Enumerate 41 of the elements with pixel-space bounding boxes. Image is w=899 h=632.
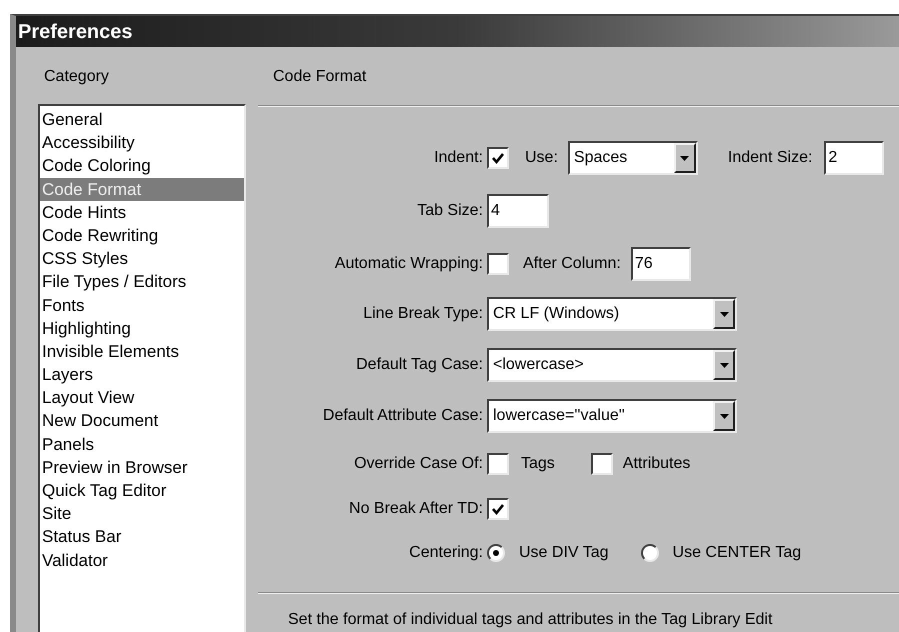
- checkbox[interactable]: [487, 498, 509, 520]
- setting-label: Default Attribute Case:: [322, 406, 483, 426]
- title-bar: Preferences: [16, 16, 899, 47]
- caret-icon: [674, 143, 696, 173]
- category-item[interactable]: Code Format: [40, 178, 244, 201]
- setting-label: Override Case Of:: [353, 454, 483, 474]
- caret-icon: [713, 350, 735, 380]
- option-label: Use:: [525, 148, 558, 168]
- input-field[interactable]: 76: [630, 246, 691, 280]
- setting-label: Tab Size:: [416, 201, 483, 221]
- option-label: Use CENTER Tag: [672, 542, 802, 562]
- option-label: After Column:: [523, 254, 621, 274]
- tag-library-note: Set the format of individual tags and attributes in the Tag Library Edit: [288, 610, 774, 630]
- option-label: Use DIV Tag: [519, 542, 609, 562]
- caret-icon: [713, 299, 735, 329]
- dropdown[interactable]: Spaces: [568, 141, 698, 175]
- category-label: Category: [44, 67, 110, 87]
- dropdown[interactable]: <lowercase>: [487, 348, 737, 382]
- dropdown[interactable]: lowercase=''value'': [487, 399, 737, 433]
- input-field[interactable]: 4: [487, 194, 549, 228]
- checkbox[interactable]: [487, 453, 509, 475]
- setting-label: Centering:: [408, 542, 483, 562]
- panel-title: Code Format: [273, 67, 368, 87]
- input-field[interactable]: 2: [824, 141, 884, 175]
- caret-icon: [713, 401, 735, 431]
- dropdown[interactable]: CR LF (Windows): [487, 297, 737, 331]
- setting-label: No Break After TD:: [348, 499, 483, 519]
- checkbox[interactable]: [590, 453, 613, 475]
- setting-label: Line Break Type:: [362, 304, 483, 324]
- check-icon: [491, 502, 505, 516]
- radio-button[interactable]: [640, 544, 659, 562]
- option-label: Attributes: [622, 454, 690, 474]
- option-label: Indent Size:: [728, 148, 812, 168]
- option-label: Tags: [521, 454, 555, 474]
- setting-label: Default Tag Case:: [355, 355, 483, 375]
- checkbox[interactable]: [487, 252, 509, 274]
- setting-label: Indent:: [433, 148, 483, 168]
- radio-button[interactable]: [487, 544, 505, 562]
- setting-label: Automatic Wrapping:: [334, 254, 483, 274]
- check-icon: [491, 151, 505, 165]
- checkbox[interactable]: [487, 147, 509, 169]
